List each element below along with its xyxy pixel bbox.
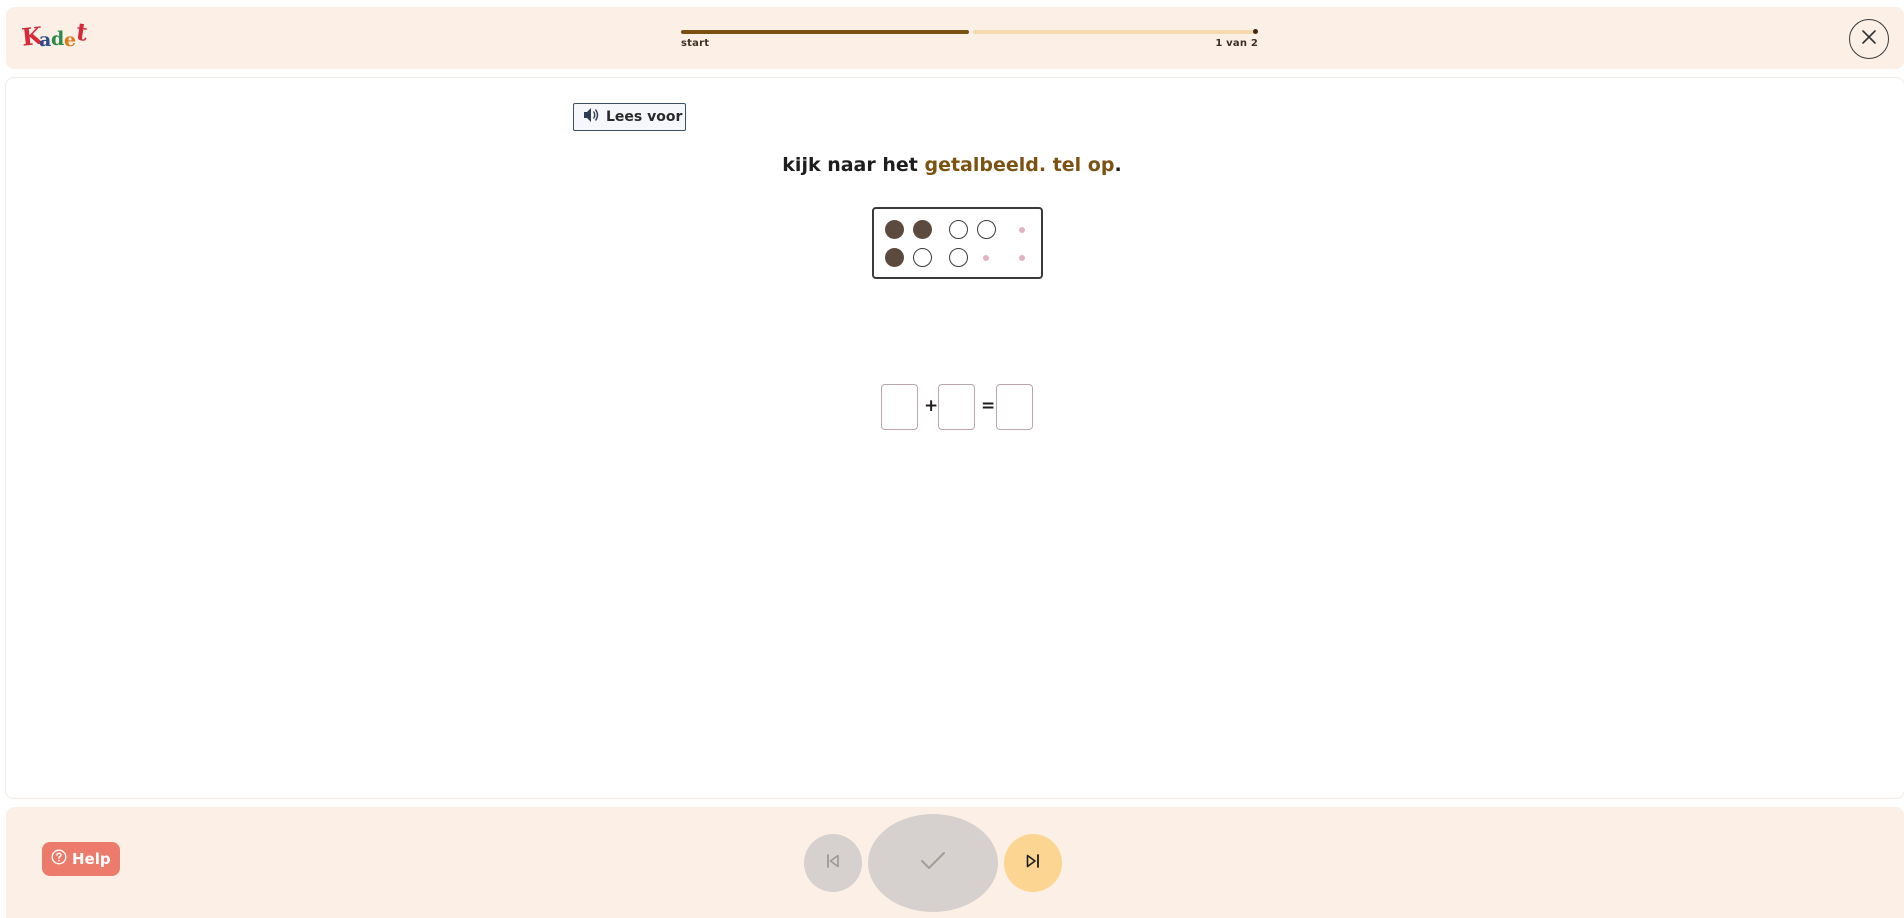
help-icon bbox=[51, 849, 67, 869]
svg-text:d: d bbox=[51, 28, 64, 50]
dot-empty bbox=[913, 248, 932, 267]
dot-placeholder bbox=[1019, 255, 1025, 261]
help-label: Help bbox=[72, 850, 111, 868]
answer-box-2[interactable] bbox=[938, 384, 975, 430]
equation: + = bbox=[881, 384, 1033, 430]
kadet-logo: K a d e t bbox=[20, 14, 92, 54]
answer-box-1[interactable] bbox=[881, 384, 918, 430]
read-aloud-label: Lees voor bbox=[606, 109, 683, 125]
progress-end-marker bbox=[1253, 29, 1258, 34]
equals-sign: = bbox=[981, 396, 996, 416]
dot-filled bbox=[913, 220, 932, 239]
progress-remaining bbox=[973, 30, 1256, 34]
number-image bbox=[872, 207, 1043, 279]
dot-empty bbox=[949, 248, 968, 267]
help-button[interactable]: Help bbox=[42, 842, 120, 876]
svg-text:a: a bbox=[39, 29, 51, 51]
speaker-icon bbox=[583, 107, 601, 127]
dot-empty bbox=[977, 220, 996, 239]
check-icon bbox=[920, 851, 946, 875]
read-aloud-button[interactable]: Lees voor bbox=[573, 103, 686, 131]
skip-back-icon bbox=[824, 852, 842, 874]
progress-count-label: 1 van 2 bbox=[1215, 38, 1258, 49]
progress-done bbox=[681, 30, 969, 34]
close-icon bbox=[1861, 29, 1877, 49]
close-button[interactable] bbox=[1849, 19, 1889, 59]
exercise-panel bbox=[6, 78, 1904, 798]
dot-filled bbox=[885, 248, 904, 267]
progress-bar bbox=[681, 29, 1258, 34]
question-highlight: getalbeeld. tel op bbox=[924, 154, 1115, 176]
previous-button[interactable] bbox=[804, 834, 862, 892]
dot-placeholder bbox=[983, 255, 989, 261]
skip-forward-icon bbox=[1024, 852, 1042, 874]
next-button[interactable] bbox=[1004, 834, 1062, 892]
check-button[interactable] bbox=[868, 814, 998, 912]
dot-filled bbox=[885, 220, 904, 239]
plus-sign: + bbox=[924, 396, 939, 416]
progress-start-label: start bbox=[681, 38, 710, 49]
top-bar bbox=[6, 7, 1904, 69]
question-end: . bbox=[1114, 154, 1122, 176]
question-part: kijk naar het bbox=[782, 154, 925, 176]
question-text: kijk naar het getalbeeld. tel op. bbox=[0, 154, 1904, 176]
answer-box-3[interactable] bbox=[996, 384, 1033, 430]
svg-text:t: t bbox=[74, 17, 89, 47]
dot-placeholder bbox=[1019, 227, 1025, 233]
dot-empty bbox=[949, 220, 968, 239]
